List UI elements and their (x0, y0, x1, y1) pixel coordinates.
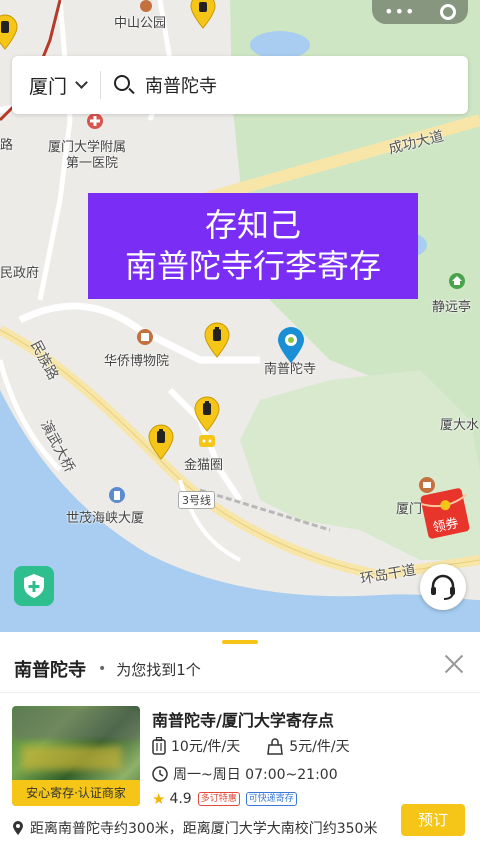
results-sheet: 南普陀寺 • 为您找到1个 安心寄存·认证商家 南普陀寺/厦门大学寄存点 10元… (0, 632, 480, 858)
distance-info: 距离南普陀寺约300米，距离厦门大学大南校门约350米 (12, 818, 377, 838)
promo-tag: 多订特惠 (197, 792, 240, 806)
pavilion-icon (449, 273, 465, 289)
map-label-metro-line3: 3号线 (178, 491, 215, 509)
location-pin-icon[interactable] (277, 326, 305, 364)
city-selector[interactable]: 厦门 (12, 72, 88, 99)
headset-icon (431, 574, 455, 600)
shield-icon (24, 574, 44, 598)
store-photo: 安心寄存·认证商家 (12, 706, 140, 806)
map-label-hospital-2: 第一医院 (66, 156, 119, 171)
city-label: 厦门 (29, 75, 68, 98)
building-icon (109, 487, 125, 503)
distance-text: 距离南普陀寺约300米，距离厦门大学大南校门约350米 (30, 821, 378, 837)
close-miniprogram-icon[interactable] (439, 4, 456, 20)
hospital-icon (87, 113, 103, 129)
store-name: 南普陀寺/厦门大学寄存点 (152, 711, 334, 730)
price-row: 10元/件/天 5元/件/天 (152, 736, 376, 756)
storage-pin-icon[interactable] (194, 396, 220, 432)
divider (0, 692, 480, 693)
location-icon (13, 821, 23, 835)
safety-button[interactable] (14, 566, 54, 606)
opening-hours: 周一~周日 07:00~21:00 (152, 764, 338, 784)
map-label-jinmao: 金猫圈 (184, 458, 224, 473)
storage-pin-icon[interactable] (204, 322, 230, 358)
more-icon[interactable]: ••• (384, 4, 415, 20)
map-label-museum: 华侨博物院 (104, 354, 170, 369)
price-small-luggage: 5元/件/天 (289, 739, 350, 755)
search-bar: 厦门 (12, 56, 468, 114)
certified-badge: 安心寄存·认证商家 (12, 780, 140, 806)
map-view[interactable]: ••• 中山公园 厦门大学附属 第一医院 民政府 路 华侨博物院 南普陀寺 金猫… (0, 0, 480, 632)
price-large-luggage: 10元/件/天 (171, 739, 241, 755)
results-title: 南普陀寺 (14, 660, 86, 681)
map-label-gov: 民政府 (0, 266, 40, 281)
results-header: 南普陀寺 • 为您找到1个 (14, 656, 201, 682)
customer-service-button[interactable] (420, 564, 466, 610)
map-label-xiada-water: 厦大水 (440, 418, 480, 433)
separator-dot: • (98, 661, 107, 677)
clock-icon (152, 766, 168, 782)
banner-line-2: 南普陀寺行李寄存 (124, 247, 381, 285)
star-icon: ★ (152, 790, 166, 808)
map-label-xiamen: 厦门 (396, 502, 423, 517)
express-tag: 可快递寄存 (245, 792, 297, 806)
suitcase-icon (152, 737, 166, 755)
banner-line-1: 存知己 (204, 206, 301, 244)
divider (100, 71, 102, 99)
promo-banner: 存知己 南普陀寺行李寄存 (88, 193, 418, 299)
museum-icon (137, 329, 153, 345)
storage-pin-icon[interactable] (190, 0, 216, 36)
search-input[interactable] (145, 74, 446, 96)
map-label-lu: 路 (0, 138, 14, 153)
mini-program-capsule[interactable]: ••• (372, 0, 468, 24)
park-icon (140, 0, 152, 12)
book-button[interactable]: 预订 (401, 804, 465, 836)
sheet-handle[interactable] (222, 640, 258, 644)
hours-text: 周一~周日 07:00~21:00 (173, 767, 338, 783)
shop-icon (199, 435, 215, 447)
rating-row: ★ 4.9 多订特惠 可快递寄存 (152, 790, 297, 808)
map-label-zhongshan-park: 中山公园 (114, 16, 167, 31)
search-icon (113, 74, 135, 96)
rating-value: 4.9 (169, 791, 192, 807)
storage-pin-icon[interactable] (0, 14, 18, 50)
bag-icon (267, 738, 284, 755)
map-label-jingyuan: 静远亭 (432, 300, 472, 315)
map-label-shimao: 世茂海峡大厦 (66, 511, 145, 526)
storage-pin-icon[interactable] (148, 424, 174, 460)
chevron-down-icon (75, 76, 88, 89)
results-count: 为您找到1个 (116, 660, 201, 679)
coupon-button[interactable]: 领券 (420, 483, 474, 539)
close-icon[interactable] (442, 652, 466, 676)
